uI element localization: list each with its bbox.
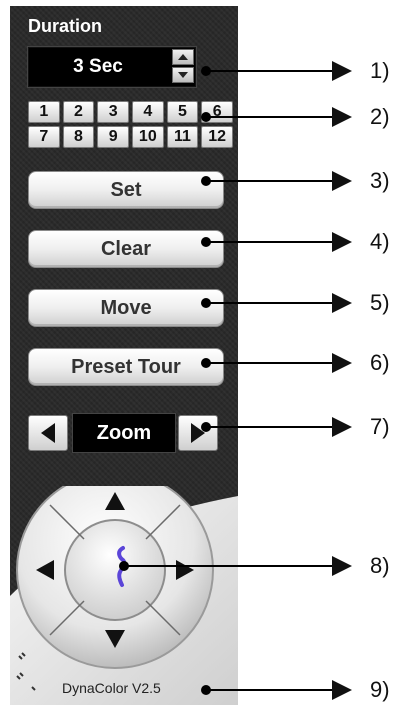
up-arrow-icon — [178, 54, 188, 60]
preset-4-button[interactable]: 4 — [131, 101, 164, 123]
preset-11-button[interactable]: 11 — [166, 126, 199, 148]
preset-5-button[interactable]: 5 — [166, 101, 199, 123]
preset-12-button[interactable]: 12 — [201, 126, 233, 148]
callout-label-6: 6) — [370, 350, 390, 375]
callout-label-9: 9) — [370, 677, 390, 702]
duration-spinner — [172, 49, 194, 83]
right-arrow-icon — [191, 423, 205, 443]
move-button[interactable]: Move — [28, 289, 224, 327]
duration-decrease-button[interactable] — [172, 67, 194, 83]
ptz-control-panel: Duration 3 Sec 1 2 3 4 5 6 7 8 9 10 11 1… — [10, 6, 238, 705]
preset-8-button[interactable]: 8 — [62, 126, 95, 148]
zoom-in-button[interactable] — [178, 415, 218, 451]
clear-button[interactable]: Clear — [28, 230, 224, 268]
duration-value: 3 Sec — [73, 56, 123, 77]
ptz-direction-pad — [16, 486, 214, 669]
callout-label-2: 2) — [370, 104, 390, 129]
preset-9-button[interactable]: 9 — [97, 126, 129, 148]
duration-increase-button[interactable] — [172, 49, 194, 65]
preset-tour-button[interactable]: Preset Tour — [28, 348, 224, 386]
preset-10-button[interactable]: 10 — [131, 126, 164, 148]
left-arrow-icon — [41, 423, 55, 443]
down-arrow-icon — [178, 72, 188, 78]
pad-background — [10, 486, 238, 705]
duration-title: Duration — [28, 16, 102, 36]
preset-7-button[interactable]: 7 — [28, 126, 60, 148]
callout-label-5: 5) — [370, 290, 390, 315]
duration-display: 3 Sec — [27, 46, 197, 88]
preset-6-button[interactable]: 6 — [201, 101, 233, 123]
zoom-control: Zoom — [28, 413, 228, 455]
callout-label-3: 3) — [370, 168, 390, 193]
preset-1-button[interactable]: 1 — [28, 101, 60, 123]
callout-label-4: 4) — [370, 229, 390, 254]
set-button[interactable]: Set — [28, 171, 224, 209]
version-label: DynaColor V2.5 — [62, 680, 161, 696]
callout-label-1: 1) — [370, 58, 390, 83]
preset-2-button[interactable]: 2 — [62, 101, 95, 123]
callout-label-8: 8) — [370, 553, 390, 578]
preset-grid: 1 2 3 4 5 6 7 8 9 10 11 12 — [28, 101, 233, 148]
preset-3-button[interactable]: 3 — [97, 101, 129, 123]
zoom-label: Zoom — [72, 413, 176, 453]
callout-label-7: 7) — [370, 414, 390, 439]
zoom-out-button[interactable] — [28, 415, 68, 451]
